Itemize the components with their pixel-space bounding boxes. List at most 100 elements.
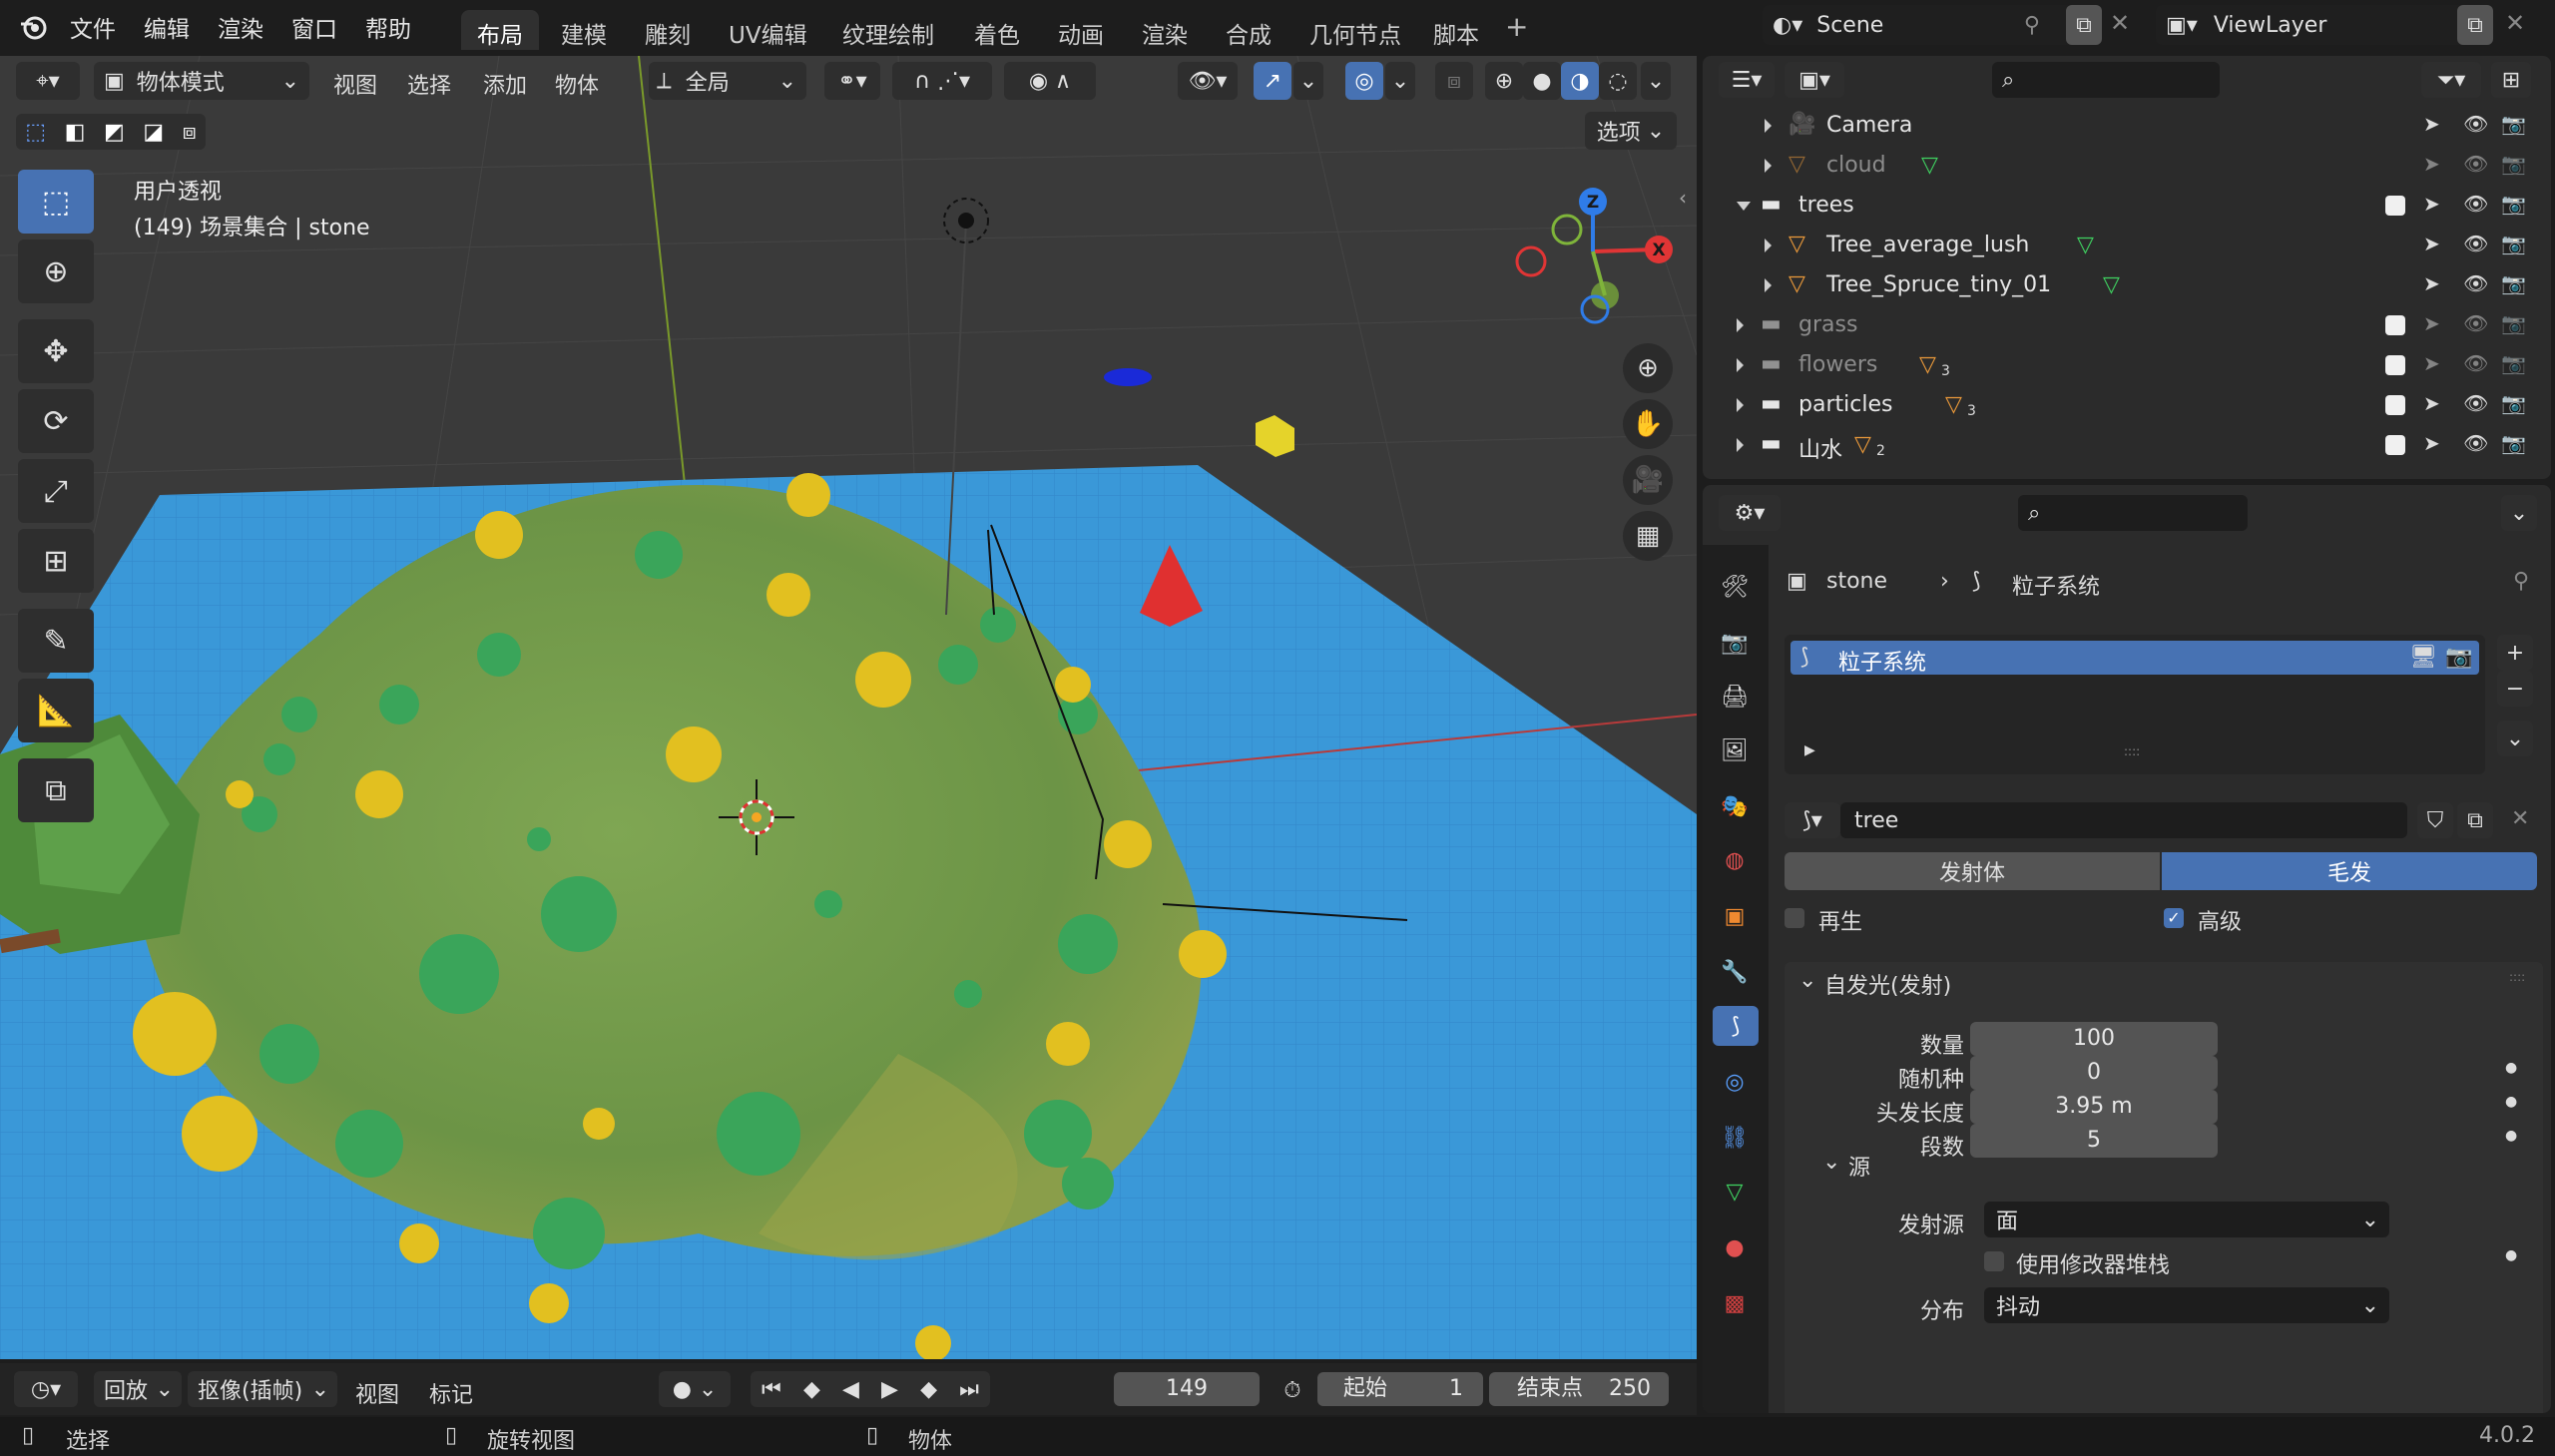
regrow-checkbox[interactable] [1785, 908, 1804, 928]
collapse-icon[interactable] [1737, 202, 1751, 211]
snap-button[interactable]: ∩ ⋰▾ [892, 62, 992, 100]
camera-render-icon[interactable]: 📷 [2501, 351, 2526, 375]
scene-tab-icon[interactable]: 🎭 [1717, 788, 1753, 824]
exclude-checkbox[interactable] [2385, 435, 2405, 455]
viewlayer-selector[interactable]: ▣▾ ViewLayer [2156, 5, 2485, 45]
outliner-row[interactable]: ▬ flowers ▽ 3 ➤ 👁 📷 [1703, 345, 2551, 385]
list-expand-icon[interactable]: ▶ [1804, 742, 1815, 758]
camera-render-icon[interactable]: 📷 [2501, 192, 2526, 216]
eye-icon[interactable]: 👁 [2463, 311, 2488, 335]
keyframe-dot-icon[interactable]: ● [2505, 1094, 2517, 1110]
viewport-scene[interactable] [0, 56, 1697, 1359]
properties-options[interactable]: ⌄ [2501, 495, 2537, 531]
source-subpanel-header[interactable]: ⌄ 源 [1808, 1144, 2527, 1184]
expand-icon[interactable] [1765, 119, 1772, 133]
select-arrow-icon[interactable]: ➤ [2423, 152, 2440, 176]
particle-system-item[interactable]: ⟆ 粒子系统 🖥 📷 [1790, 641, 2479, 676]
expand-icon[interactable] [1737, 318, 1744, 332]
delete-scene-icon[interactable]: ✕ [2110, 9, 2130, 37]
viewport-menu-add[interactable]: 添加 [483, 68, 527, 100]
camera-render-icon[interactable]: 📷 [2501, 431, 2526, 455]
cursor-tool[interactable]: ⊕ [18, 240, 94, 303]
outliner-row[interactable]: ▬ 山水 ▽ 2 ➤ 👁 📷 [1703, 425, 2551, 465]
monitor-icon[interactable]: 🖥 [2409, 645, 2437, 670]
constraints-tab-icon[interactable]: ⛓ [1717, 1120, 1753, 1156]
jump-start-icon[interactable]: ⏮ [762, 1377, 781, 1402]
properties-search[interactable]: ⌕ [2018, 495, 2248, 531]
list-resize-handle[interactable]: :::: [2124, 744, 2140, 758]
workspace-tab[interactable]: 动画 [1042, 10, 1120, 50]
menu-render[interactable]: 渲染 [218, 10, 263, 44]
menu-file[interactable]: 文件 [70, 10, 116, 44]
output-tab-icon[interactable]: 🖨 [1717, 679, 1753, 715]
workspace-tab[interactable]: 布局 [461, 10, 539, 50]
select-arrow-icon[interactable]: ➤ [2423, 311, 2440, 335]
advanced-checkbox[interactable]: ✓ [2164, 908, 2184, 928]
options-button[interactable]: 选项 ⌄ [1585, 112, 1677, 150]
current-frame-field[interactable]: 149 [1114, 1372, 1260, 1406]
workspace-tab[interactable]: 着色 [958, 10, 1036, 50]
keyframe-dot-icon[interactable]: ● [2505, 1247, 2517, 1263]
camera-render-icon[interactable]: 📷 [2501, 311, 2526, 335]
prev-keyframe-icon[interactable]: ◆ [803, 1377, 820, 1402]
pin-icon[interactable]: ⚲ [2024, 13, 2040, 38]
shading-solid-button[interactable]: ● [1523, 62, 1561, 100]
select-arrow-icon[interactable]: ➤ [2423, 391, 2440, 415]
eye-icon[interactable]: 👁 [2463, 232, 2488, 255]
particle-system-list[interactable]: ⟆ 粒子系统 🖥 📷 ▶ :::: [1785, 635, 2485, 774]
modifier-tab-icon[interactable]: 🔧 [1717, 954, 1753, 990]
expand-icon[interactable] [1765, 278, 1772, 292]
overlay-toggle-button[interactable]: ◎ [1345, 62, 1383, 100]
zoom-icon[interactable]: ⊕ [1623, 343, 1673, 393]
outliner-row[interactable]: ▬ trees ➤ 👁 📷 [1703, 186, 2551, 226]
workspace-tab[interactable]: UV编辑 [713, 10, 823, 50]
outliner-row[interactable]: ▬ particles ▽ 3 ➤ 👁 📷 [1703, 385, 2551, 425]
proportional-edit-button[interactable]: ◉ ∧ [1004, 62, 1096, 100]
world-tab-icon[interactable]: ◍ [1717, 842, 1753, 878]
delete-viewlayer-icon[interactable]: ✕ [2505, 9, 2525, 37]
annotate-tool[interactable]: ✎ [18, 609, 94, 673]
select-box-tool[interactable]: ⬚ [18, 170, 94, 234]
eye-icon[interactable]: 👁 [2463, 351, 2488, 375]
select-extend-icon[interactable]: ◧ [65, 120, 86, 145]
shading-material-button[interactable]: ◑ [1561, 62, 1599, 100]
select-mode-buttons[interactable]: ⬚ ◧ ◩ ◪ ⧈ [16, 114, 206, 150]
unlink-settings-icon[interactable]: ✕ [2511, 806, 2529, 831]
camera-render-icon[interactable]: 📷 [2445, 645, 2472, 670]
exclude-checkbox[interactable] [2385, 355, 2405, 375]
emit-from-select[interactable]: 面 ⌄ [1984, 1202, 2389, 1237]
new-scene-button[interactable]: ⧉ [2066, 5, 2102, 45]
workspace-tab[interactable]: 建模 [545, 10, 623, 50]
viewport-menu-object[interactable]: 物体 [555, 68, 599, 100]
3d-viewport[interactable]: ⌖▾ ▣ 物体模式 ⌄ 视图 选择 添加 物体 ⟂ 全局 ⌄ ⚭▾ ∩ ⋰▾ ◉… [0, 56, 1697, 1359]
exclude-checkbox[interactable] [2385, 315, 2405, 335]
gizmo-toggle-button[interactable]: ↗ [1254, 62, 1291, 100]
data-tab-icon[interactable]: ▽ [1717, 1174, 1753, 1210]
expand-icon[interactable] [1765, 159, 1772, 173]
new-viewlayer-button[interactable]: ⧉ [2457, 5, 2493, 45]
display-mode-button[interactable]: ▣▾ [1785, 62, 1844, 98]
move-tool[interactable]: ✥ [18, 319, 94, 383]
menu-edit[interactable]: 编辑 [144, 10, 190, 44]
distribution-select[interactable]: 抖动 ⌄ [1984, 1287, 2389, 1323]
transform-orientation-selector[interactable]: ⟂ 全局 ⌄ [649, 62, 806, 100]
shading-dropdown[interactable]: ⌄ [1641, 62, 1671, 100]
timeline-view-menu[interactable]: 视图 [355, 1377, 399, 1409]
use-modifier-stack-checkbox[interactable] [1984, 1251, 2004, 1271]
camera-render-icon[interactable]: 📷 [2501, 112, 2526, 136]
scene-selector[interactable]: ◐▾ Scene ⚲ [1763, 5, 2102, 45]
tool-tab-icon[interactable]: 🛠 [1717, 569, 1753, 605]
type-hair-tab[interactable]: 毛发 [2162, 852, 2537, 890]
eye-icon[interactable]: 👁 [2463, 271, 2488, 295]
outliner-row[interactable]: ▽ Tree_Spruce_tiny_01 ▽ ➤ 👁 📷 [1703, 265, 2551, 305]
expand-icon[interactable] [1765, 239, 1772, 252]
duplicate-settings-button[interactable]: ⧉ [2457, 802, 2493, 838]
overlay-dropdown[interactable]: ⌄ [1385, 62, 1415, 100]
preview-range-icon[interactable]: ⏱ [1278, 1375, 1307, 1405]
material-tab-icon[interactable]: ● [1717, 1229, 1753, 1265]
auto-keying-button[interactable]: ● ⌄ [659, 1371, 731, 1407]
playback-menu[interactable]: 回放 ⌄ [94, 1371, 182, 1407]
workspace-tab[interactable]: 雕刻 [629, 10, 707, 50]
add-particle-system-button[interactable]: + [2497, 635, 2533, 671]
transform-tool[interactable]: ⊞ [18, 529, 94, 593]
